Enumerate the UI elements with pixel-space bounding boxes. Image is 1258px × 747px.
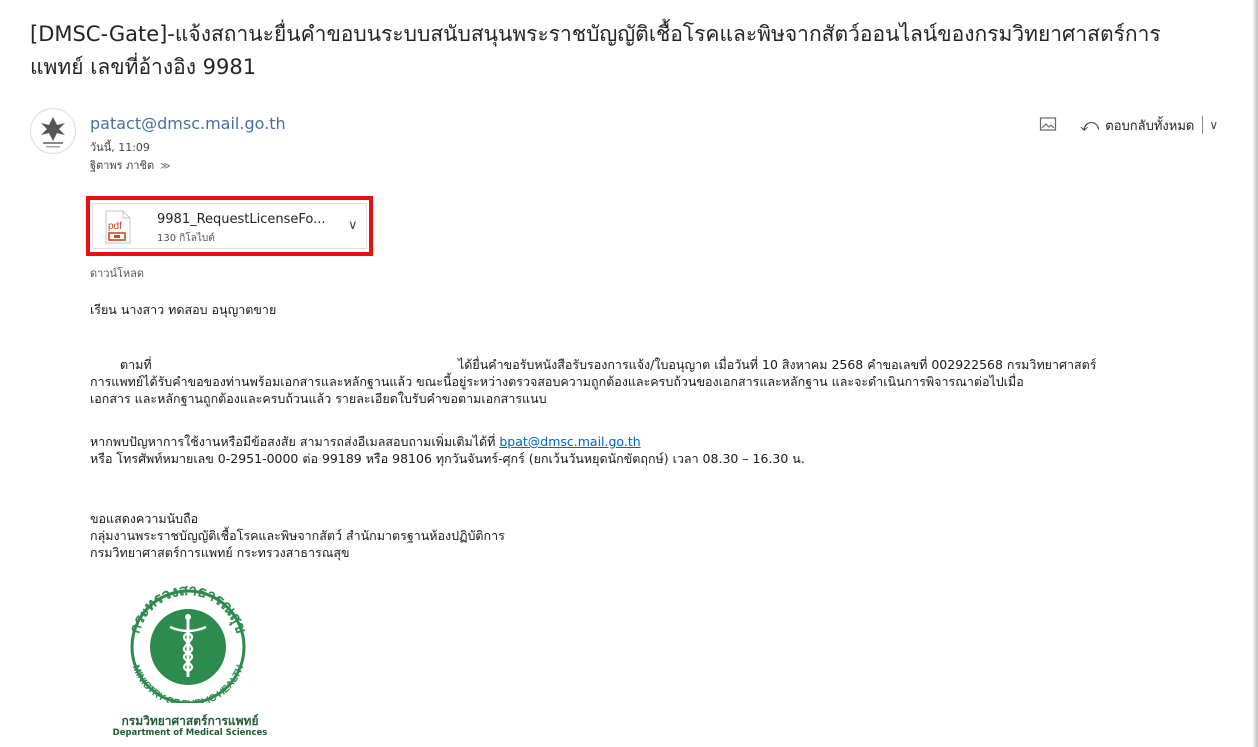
sender-avatar[interactable] <box>30 108 76 154</box>
image-icon[interactable] <box>1039 115 1057 133</box>
expand-recipients-icon[interactable]: ≫ <box>160 161 170 172</box>
sender-address[interactable]: patact@dmsc.mail.go.th <box>90 114 286 133</box>
recipient-name: ฐิตาพร ภาชิต <box>90 159 155 172</box>
sent-date: วันนี้, 11:09 <box>90 141 150 154</box>
reply-all-label: ตอบกลับทั้งหมด <box>1105 118 1195 134</box>
paragraph2-prefix: หากพบปัญหาการใช้งานหรือมีข้อสงสัย สามารถ… <box>90 434 496 449</box>
reply-all-button[interactable]: ⤺ ตอบกลับทั้งหมด ∨ <box>1080 111 1218 139</box>
signature-line2: กรมวิทยาศาสตร์การแพทย์ กระทรวงสาธารณสุข <box>90 545 350 560</box>
paragraph1-line3: เอกสาร และหลักฐานถูกต้องและครบถ้วนแล้ว ร… <box>90 391 547 406</box>
attachment-size: 130 กิโลไบต์ <box>157 233 215 244</box>
reply-all-icon: ⤺ <box>1080 114 1100 136</box>
svg-text:pdf: pdf <box>108 221 122 232</box>
logo-caption-english: Department of Medical Sciences <box>112 728 268 738</box>
paragraph2-line1: หากพบปัญหาการใช้งานหรือมีข้อสงสัย สามารถ… <box>90 433 641 450</box>
signature-line1: กลุ่มงานพระราชบัญญัติเชื้อโรคและพิษจากสั… <box>90 528 505 543</box>
attachment-menu-chevron-icon[interactable]: ∨ <box>348 218 358 233</box>
reply-options-chevron-icon[interactable]: ∨ <box>1209 118 1218 132</box>
right-edge-shadow <box>1252 0 1258 747</box>
closing: ขอแสดงความนับถือ <box>90 511 199 526</box>
paragraph1-start: ตามที่ <box>120 357 152 372</box>
paragraph1-line1: ได้ยื่นคำขอรับหนังสือรับรองการแจ้ง/ใบอนุ… <box>458 357 1097 372</box>
pdf-file-icon: pdf <box>105 210 131 244</box>
paragraph1-line2: การแพทย์ได้รับคำขอของท่านพร้อมเอกสารและห… <box>90 374 1024 389</box>
attachment-card[interactable]: pdf 9981_RequestLicenseFo... 130 กิโลไบต… <box>92 203 367 249</box>
dmsc-emblem-icon <box>41 117 65 148</box>
email-subject: [DMSC-Gate]-แจ้งสถานะยื่นคำขอบนระบบสนับส… <box>30 22 1161 79</box>
download-link[interactable]: ดาวน์โหลด <box>90 264 144 282</box>
paragraph2-line2: หรือ โทรศัพท์หมายเลข 0-2951-0000 ต่อ 991… <box>90 451 805 466</box>
attachment-filename: 9981_RequestLicenseFo... <box>157 212 326 227</box>
moph-logo: กระทรวงสาธารณสุข MINISTRY OF PUBLIC HEAL… <box>126 585 250 703</box>
support-email-link[interactable]: bpat@dmsc.mail.go.th <box>499 434 640 449</box>
recipient-line[interactable]: ฐิตาพร ภาชิต ≫ <box>90 156 171 174</box>
reply-separator <box>1202 116 1204 134</box>
greeting: เรียน นางสาว ทดสอบ อนุญาตขาย <box>90 302 277 317</box>
